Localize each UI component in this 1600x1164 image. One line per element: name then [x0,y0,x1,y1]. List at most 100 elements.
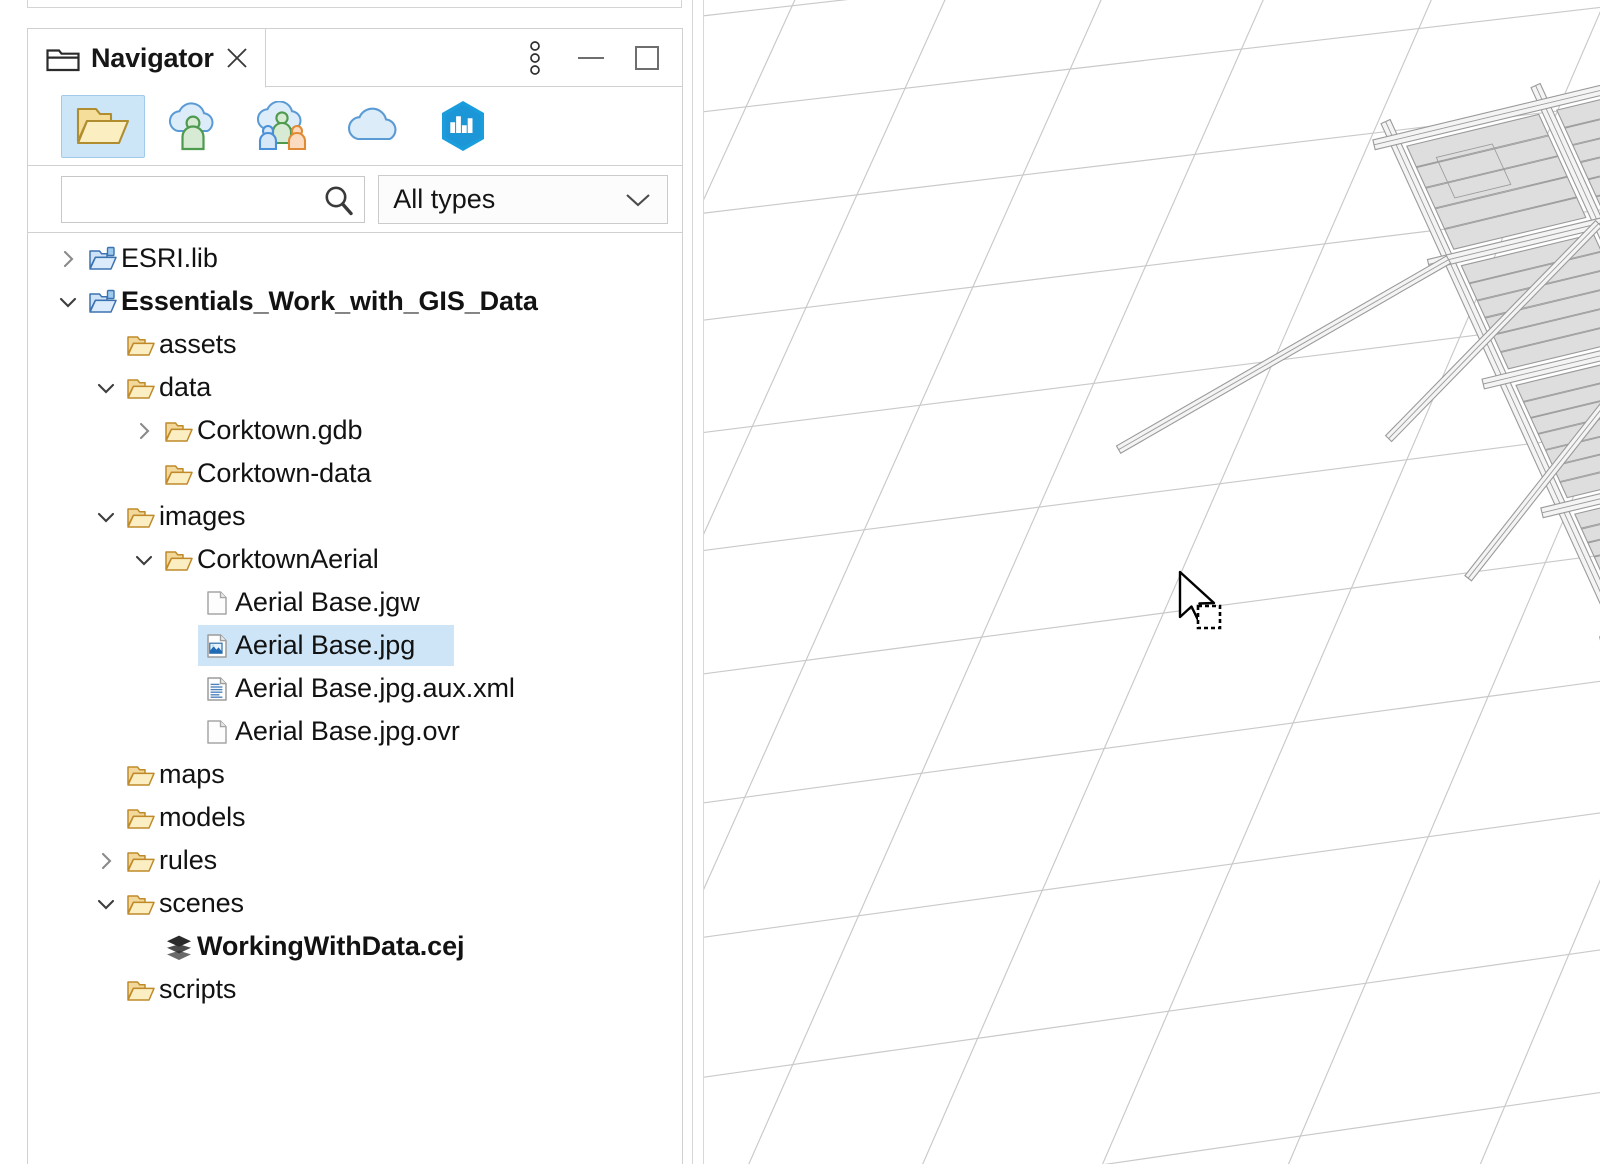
tree-item-workingwithdata-cej[interactable]: WorkingWithData.cej [28,925,682,968]
tree-twisty[interactable] [94,849,118,873]
tree-item-maps[interactable]: maps [28,753,682,796]
tree-twisty[interactable] [94,505,118,529]
tree-item-content: CorktownAerial [164,546,379,574]
navigator-tree[interactable]: ESRI.lib Essentials_Work_with_GIS_Dataass… [28,233,682,1164]
tree-item-content: Aerial Base.jpg.aux.xml [202,675,515,703]
maximize-icon [634,45,660,71]
tree-item-label: Aerial Base.jpg.aux.xml [235,675,515,702]
tree-item-content: Corktown-data [164,460,371,488]
chevron-down-icon [94,892,118,916]
chevron-right-icon [56,247,80,271]
cloud-group-icon [252,101,314,151]
tree-item-aerial-base-jpg-ovr[interactable]: Aerial Base.jpg.ovr [28,710,682,753]
tree-item-content: Aerial Base.jpg.ovr [202,718,460,746]
folder-icon [164,417,194,445]
toolbar-button-my-content[interactable] [151,95,235,158]
workspace-folder-icon [88,288,118,316]
search-input[interactable] [62,177,364,222]
tree-item-aerial-base-jpg-aux-xml[interactable]: Aerial Base.jpg.aux.xml [28,667,682,710]
panel-splitter[interactable] [692,0,693,1164]
xml-file-icon [202,675,232,703]
navigator-filter-row: All types [28,166,682,233]
folder-icon [126,976,156,1004]
tree-item-label: Aerial Base.jgw [235,589,420,616]
tree-twisty[interactable] [56,247,80,271]
tree-item-label: WorkingWithData.cej [197,933,464,960]
view-menu-button[interactable] [520,43,550,73]
folder-icon [126,374,156,402]
toolbar-button-local-files[interactable] [61,95,145,158]
tree-item-content: maps [126,761,225,789]
chevron-down-icon [132,548,156,572]
search-box[interactable] [61,176,365,223]
tree-item-models[interactable]: models [28,796,682,839]
chevron-right-icon [132,419,156,443]
tree-item-content: Aerial Base.jgw [202,589,420,617]
tab-navigator-label: Navigator [91,45,214,72]
tree-item-rules[interactable]: rules [28,839,682,882]
tree-twisty[interactable] [132,419,156,443]
minimize-icon [577,53,605,63]
tree-item-essentials-work-with-gis-data[interactable]: Essentials_Work_with_GIS_Data [28,280,682,323]
image-file-icon [202,632,232,660]
tree-twisty[interactable] [94,376,118,400]
tree-item-esri-lib[interactable]: ESRI.lib [28,237,682,280]
tree-item-label: Aerial Base.jpg.ovr [235,718,460,745]
tree-item-label: rules [159,847,217,874]
tab-navigator[interactable]: Navigator [28,29,266,88]
tree-item-data[interactable]: data [28,366,682,409]
tree-item-label: Corktown.gdb [197,417,362,444]
tree-item-label: assets [159,331,236,358]
tree-item-label: ESRI.lib [121,245,218,272]
tree-item-scripts[interactable]: scripts [28,968,682,1011]
chevron-down-icon [94,376,118,400]
chevron-down-icon [56,290,80,314]
toolbar-button-shared-content[interactable] [241,95,325,158]
cloud-person-icon [164,101,222,151]
folder-outline-icon [46,45,80,72]
open-folder-icon [75,103,131,149]
chevron-down-icon [625,192,651,208]
maximize-button[interactable] [632,43,662,73]
tree-item-corktown-data[interactable]: Corktown-data [28,452,682,495]
search-icon [322,184,356,218]
toolbar-button-public-content[interactable] [331,95,415,158]
tree-item-content: Aerial Base.jpg [202,632,415,660]
tree-item-label: maps [159,761,225,788]
chevron-down-icon [94,505,118,529]
panel-window-controls [520,29,662,87]
tree-item-corktown-gdb[interactable]: Corktown.gdb [28,409,682,452]
tree-item-aerial-base-jgw[interactable]: Aerial Base.jgw [28,581,682,624]
tree-twisty[interactable] [94,892,118,916]
tree-item-label: models [159,804,245,831]
tree-twisty[interactable] [132,548,156,572]
tree-item-corktownaerial[interactable]: CorktownAerial [28,538,682,581]
arcgis-hex-icon [438,99,488,153]
tree-item-assets[interactable]: assets [28,323,682,366]
types-filter-select[interactable]: All types [378,175,668,224]
minimize-button[interactable] [576,43,606,73]
blank-file-icon [202,589,232,617]
folder-icon [126,503,156,531]
tree-item-content: Corktown.gdb [164,417,362,445]
tree-item-images[interactable]: images [28,495,682,538]
close-icon[interactable] [225,46,249,70]
blank-file-icon [202,718,232,746]
folder-icon [126,761,156,789]
folder-icon [164,460,194,488]
search-icon-wrap [322,184,356,223]
tree-item-scenes[interactable]: scenes [28,882,682,925]
scene-3d-viewport[interactable] [703,0,1600,1164]
navigator-titlebar: Navigator [28,29,682,87]
scene-wireframe [704,0,1600,1164]
toolbar-button-arcgis-online[interactable] [421,95,505,158]
tree-item-aerial-base-jpg[interactable]: Aerial Base.jpg [28,624,682,667]
tree-twisty[interactable] [56,290,80,314]
tree-item-label: CorktownAerial [197,546,379,573]
view-menu-icon [528,41,542,75]
tree-item-content: images [126,503,245,531]
folder-icon [126,331,156,359]
workspace-folder-icon [88,245,118,273]
tree-item-label: scripts [159,976,236,1003]
adjacent-panel-sliver [27,0,682,8]
